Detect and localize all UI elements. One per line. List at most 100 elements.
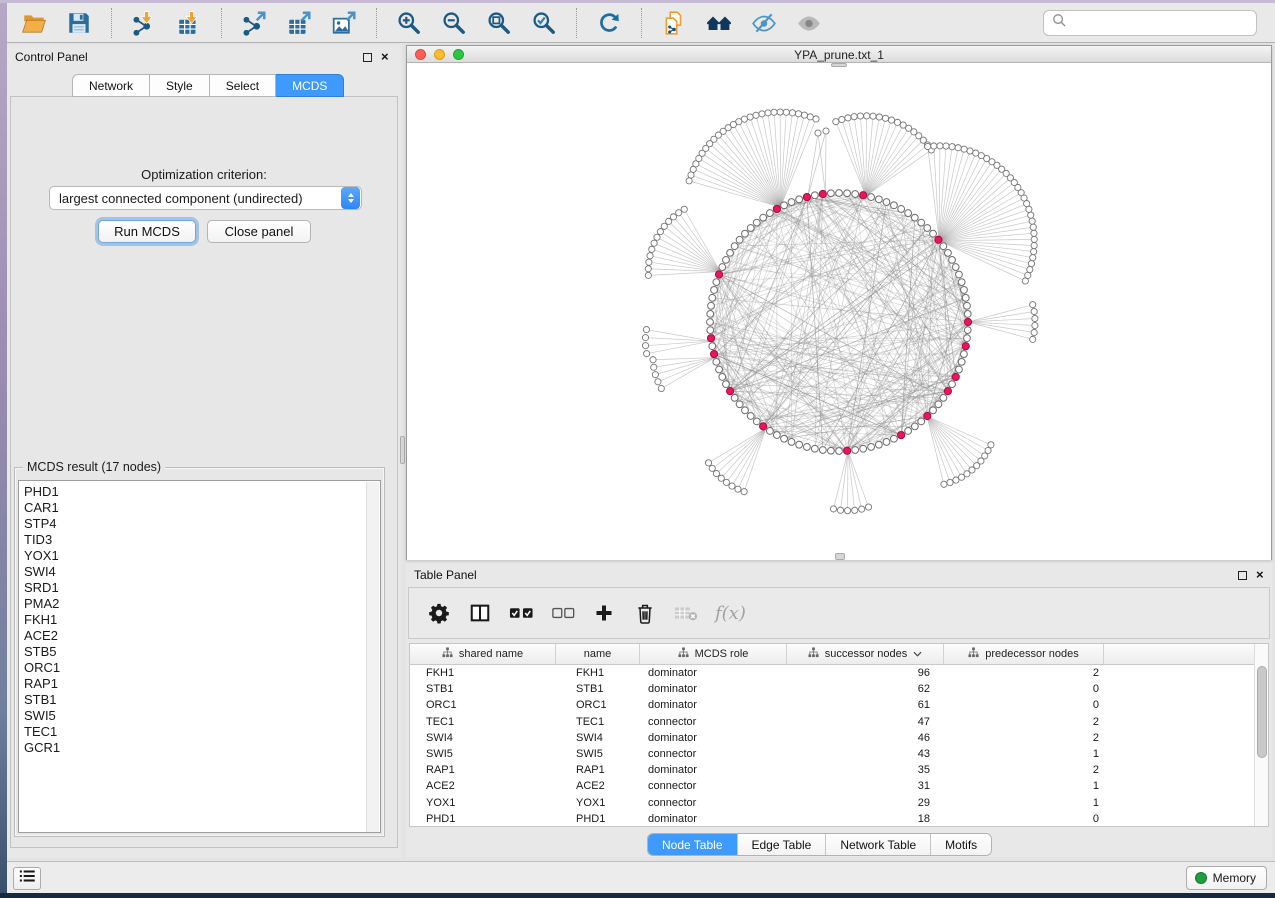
node-table[interactable]: shared namenameMCDS rolesuccessor nodesp… [409,643,1269,827]
export-table-icon[interactable] [284,8,314,38]
cell-shared-name[interactable]: PHD1 [410,813,556,825]
zoom-fit-icon[interactable] [484,8,514,38]
cell-successor-nodes[interactable]: 29 [787,797,944,809]
cell-successor-nodes[interactable]: 47 [787,716,944,728]
mcds-result-item[interactable]: SWI4 [24,564,380,580]
canvas-bottom-grip[interactable] [835,553,845,560]
cell-shared-name[interactable]: ORC1 [410,699,556,711]
cell-successor-nodes[interactable]: 18 [787,813,944,825]
mcds-result-item[interactable]: ACE2 [24,628,380,644]
cell-successor-nodes[interactable]: 46 [787,732,944,744]
tab-edge-table[interactable]: Edge Table [737,834,826,855]
table-row[interactable]: SWI5SWI5connector431 [410,746,1254,762]
tab-network[interactable]: Network [72,74,150,97]
panel-splitter-grip[interactable] [400,436,405,464]
folder-open-icon[interactable] [19,8,49,38]
tab-style[interactable]: Style [150,74,210,97]
first-neighbors-icon[interactable] [704,8,734,38]
table-scrollbar-thumb[interactable] [1257,666,1267,758]
tab-select[interactable]: Select [210,74,276,97]
cell-name[interactable]: FKH1 [556,667,640,679]
cell-successor-nodes[interactable]: 43 [787,748,944,760]
copy-share-icon[interactable] [659,8,689,38]
cell-predecessor-nodes[interactable]: 2 [944,764,1104,776]
cell-shared-name[interactable]: SWI5 [410,748,556,760]
table-scrollbar[interactable] [1254,644,1268,826]
cell-shared-name[interactable]: SWI4 [410,732,556,744]
mcds-result-item[interactable]: STB5 [24,644,380,660]
mcds-result-item[interactable]: YOX1 [24,548,380,564]
table-row[interactable]: RAP1RAP1dominator352 [410,762,1254,778]
table-row[interactable]: PHD1PHD1dominator180 [410,811,1254,827]
mcds-result-item[interactable]: PMA2 [24,596,380,612]
cell-MCDS-role[interactable]: connector [640,780,787,792]
cell-successor-nodes[interactable]: 31 [787,780,944,792]
cell-predecessor-nodes[interactable]: 0 [944,813,1104,825]
import-network-icon[interactable] [129,8,159,38]
cell-name[interactable]: ORC1 [556,699,640,711]
mcds-result-list[interactable]: PHD1CAR1STP4TID3YOX1SWI4SRD1PMA2FKH1ACE2… [18,480,381,833]
cell-shared-name[interactable]: ACE2 [410,780,556,792]
mcds-list-scrollbar[interactable] [366,482,379,833]
cell-predecessor-nodes[interactable]: 0 [944,699,1104,711]
tab-mcds[interactable]: MCDS [276,74,344,97]
deselect-all-checks-icon[interactable] [551,600,575,626]
mcds-result-item[interactable]: STB1 [24,692,380,708]
mcds-result-item[interactable]: SWI5 [24,708,380,724]
cell-shared-name[interactable]: STB1 [410,683,556,695]
mcds-result-item[interactable]: CAR1 [24,500,380,516]
mcds-result-item[interactable]: SRD1 [24,580,380,596]
cell-MCDS-role[interactable]: dominator [640,732,787,744]
cell-MCDS-role[interactable]: dominator [640,764,787,776]
refresh-icon[interactable] [594,8,624,38]
criterion-dropdown[interactable]: largest connected component (undirected) [49,186,362,210]
split-column-icon[interactable] [468,600,492,626]
network-window[interactable]: YPA_prune.txt_1 [406,45,1272,560]
task-history-button[interactable] [13,867,41,890]
search-input[interactable] [1072,15,1248,31]
table-row[interactable]: ACE2ACE2connector311 [410,778,1254,794]
cell-successor-nodes[interactable]: 96 [787,667,944,679]
cell-name[interactable]: SWI5 [556,748,640,760]
table-row[interactable]: TEC1TEC1connector472 [410,714,1254,730]
cell-name[interactable]: PHD1 [556,813,640,825]
table-row[interactable]: ORC1ORC1dominator610 [410,697,1254,713]
table-row[interactable]: STB1STB1dominator620 [410,681,1254,697]
delete-rows-icon[interactable] [633,600,657,626]
column-header-name[interactable]: name [556,644,640,664]
cell-predecessor-nodes[interactable]: 2 [944,732,1104,744]
zoom-selected-icon[interactable] [529,8,559,38]
mcds-result-item[interactable]: TEC1 [24,724,380,740]
table-row[interactable]: SWI4SWI4dominator462 [410,730,1254,746]
column-header-shared-name[interactable]: shared name [410,644,556,664]
tab-node-table[interactable]: Node Table [648,834,737,855]
cell-name[interactable]: ACE2 [556,780,640,792]
mcds-result-item[interactable]: ORC1 [24,660,380,676]
tab-network-table[interactable]: Network Table [825,834,930,855]
cell-MCDS-role[interactable]: dominator [640,699,787,711]
cell-name[interactable]: TEC1 [556,716,640,728]
cell-name[interactable]: YOX1 [556,797,640,809]
zoom-out-icon[interactable] [439,8,469,38]
column-header-predecessor-nodes[interactable]: predecessor nodes [944,644,1104,664]
cell-shared-name[interactable]: YOX1 [410,797,556,809]
cell-successor-nodes[interactable]: 61 [787,699,944,711]
cell-MCDS-role[interactable]: dominator [640,813,787,825]
export-image-icon[interactable] [329,8,359,38]
float-table-panel-icon[interactable] [1238,571,1247,580]
float-window-icon[interactable] [363,53,372,62]
cell-MCDS-role[interactable]: dominator [640,667,787,679]
cell-predecessor-nodes[interactable]: 1 [944,748,1104,760]
mcds-result-item[interactable]: RAP1 [24,676,380,692]
column-header-MCDS-role[interactable]: MCDS role [640,644,787,664]
cell-MCDS-role[interactable]: connector [640,716,787,728]
cell-MCDS-role[interactable]: dominator [640,683,787,695]
table-row[interactable]: YOX1YOX1connector291 [410,795,1254,811]
close-panel-button[interactable]: Close panel [207,220,311,243]
mcds-result-item[interactable]: FKH1 [24,612,380,628]
gear-icon[interactable] [427,600,451,626]
cell-predecessor-nodes[interactable]: 2 [944,716,1104,728]
cell-predecessor-nodes[interactable]: 0 [944,683,1104,695]
cell-name[interactable]: STB1 [556,683,640,695]
cell-shared-name[interactable]: TEC1 [410,716,556,728]
